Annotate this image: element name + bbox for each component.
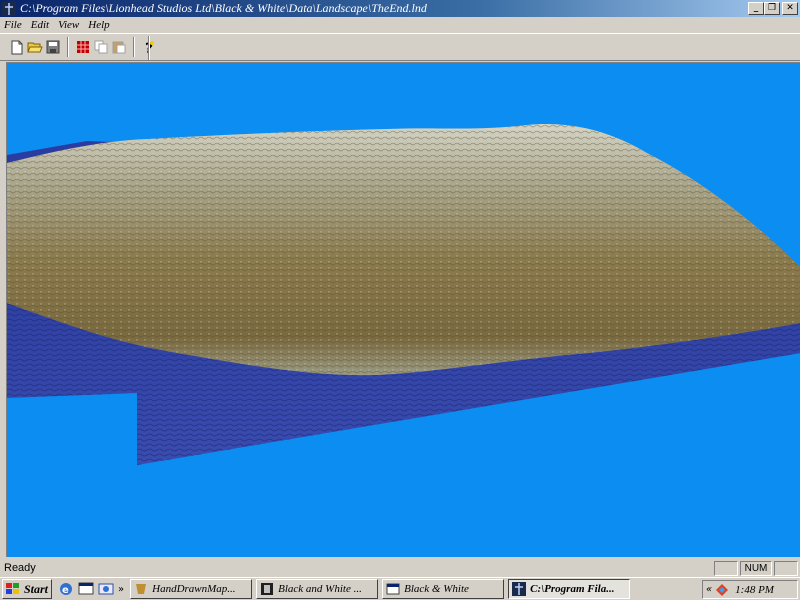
black-white-app-icon (261, 583, 274, 595)
new-file-button[interactable] (8, 39, 25, 56)
start-button[interactable]: Start (2, 579, 52, 599)
task-button[interactable]: HandDrawnMap... (130, 579, 253, 599)
copy-button[interactable] (92, 39, 109, 56)
task-label: C:\Program Fila... (530, 583, 615, 595)
menu-bar: File Edit View Help (0, 17, 800, 33)
tray-expand-button[interactable]: « (706, 584, 712, 595)
quick-launch-more[interactable]: » (118, 584, 124, 595)
app-icon (2, 1, 16, 16)
landscape-viewport[interactable] (6, 62, 800, 557)
close-button[interactable]: ✕ (782, 2, 798, 15)
window-app-icon (386, 583, 400, 595)
task-label: HandDrawnMap... (152, 583, 236, 595)
copy-icon (94, 40, 107, 54)
status-panel-empty (774, 560, 798, 576)
save-button[interactable] (44, 39, 61, 56)
toolbar-end-separator (148, 36, 150, 60)
toolbar: ? (0, 33, 800, 61)
status-panel-empty (714, 560, 738, 576)
svg-text:e: e (62, 585, 69, 596)
task-button-active[interactable]: C:\Program Fila... (508, 579, 631, 599)
task-label: Black & White (404, 583, 469, 595)
task-button[interactable]: Black and White ... (256, 579, 379, 599)
start-label: Start (24, 581, 49, 596)
window-title: C:\Program Files\Lionhead Studios Ltd\Bl… (20, 1, 427, 15)
internet-explorer-icon[interactable]: e (58, 581, 74, 597)
grid-icon (76, 41, 89, 53)
minimize-button[interactable]: _ (748, 2, 764, 15)
system-tray: « 1:48 PM (702, 580, 798, 599)
paste-button[interactable] (110, 39, 127, 56)
toolbar-separator (67, 37, 69, 57)
quick-launch: e » (58, 581, 126, 597)
menu-edit[interactable]: Edit (31, 19, 49, 31)
title-bar: C:\Program Files\Lionhead Studios Ltd\Bl… (0, 0, 800, 17)
show-desktop-icon[interactable] (78, 581, 94, 597)
windows-logo-icon (6, 583, 19, 594)
clock[interactable]: 1:48 PM (735, 584, 774, 596)
landscape-render (7, 124, 800, 465)
open-folder-icon (26, 42, 43, 53)
grid-button[interactable] (74, 39, 91, 56)
map-app-icon (136, 584, 147, 594)
status-bar: Ready NUM (0, 559, 800, 577)
outlook-express-icon[interactable] (98, 581, 114, 597)
tray-app-icon[interactable] (715, 583, 729, 597)
task-button[interactable]: Black & White (382, 579, 505, 599)
open-button[interactable] (26, 39, 43, 56)
menu-help[interactable]: Help (88, 19, 109, 31)
paste-icon (112, 41, 125, 54)
task-label: Black and White ... (278, 583, 362, 595)
menu-file[interactable]: File (4, 19, 22, 31)
new-file-icon (11, 40, 22, 54)
num-lock-indicator: NUM (740, 560, 772, 576)
status-text: Ready (4, 562, 36, 574)
menu-view[interactable]: View (58, 19, 79, 31)
save-icon (46, 40, 59, 54)
taskbar: Start e » HandDrawnMap... Black and Whit… (0, 577, 800, 600)
restore-button[interactable]: ❐ (764, 2, 780, 15)
toolbar-separator (133, 37, 135, 57)
landscape-editor-icon (512, 582, 527, 596)
